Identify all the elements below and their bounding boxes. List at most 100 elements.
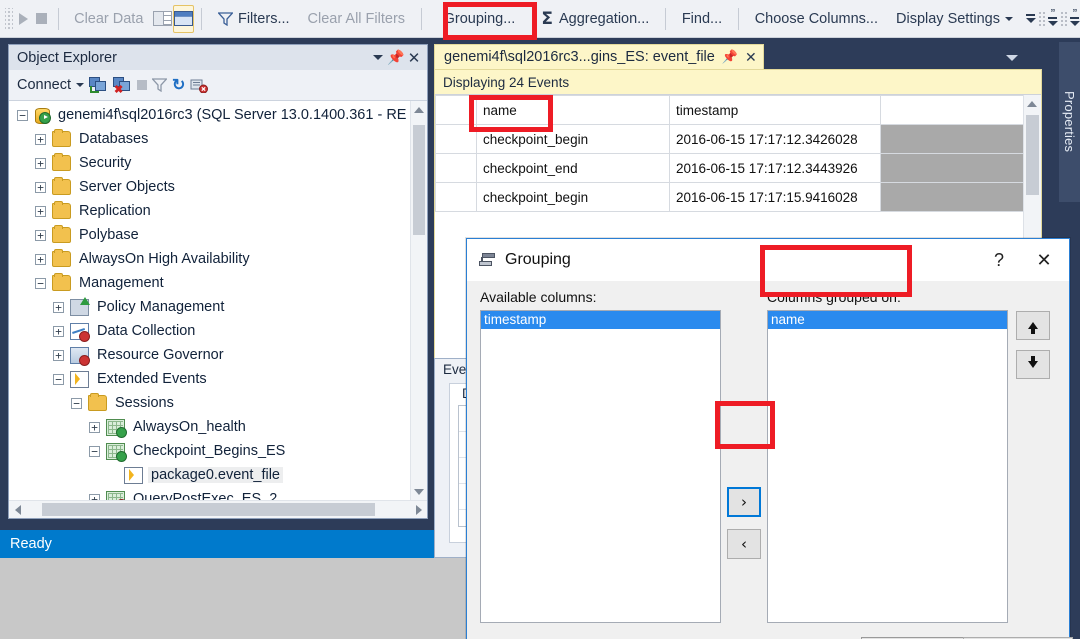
properties-tab[interactable]: Properties (1059, 42, 1080, 202)
tree-node[interactable]: −Management (9, 271, 427, 295)
tree-node[interactable]: +Server Objects (9, 175, 427, 199)
object-explorer-vertical-scrollbar[interactable] (410, 101, 427, 500)
find-button[interactable]: Find... (673, 2, 731, 36)
toolbar-overflow[interactable]: ” ” (1026, 11, 1080, 27)
display-settings-button[interactable]: Display Settings (887, 2, 1022, 36)
help-icon[interactable]: ? (979, 250, 1019, 271)
split-view-button[interactable] (152, 5, 173, 33)
available-column-item[interactable]: timestamp (481, 311, 720, 329)
tree-node[interactable]: +Polybase (9, 223, 427, 247)
tree-node[interactable]: +Policy Management (9, 295, 427, 319)
run-button[interactable] (15, 5, 33, 33)
tree-expander-plus[interactable]: + (35, 230, 46, 241)
row-selector-cell[interactable] (436, 125, 477, 154)
object-explorer-tree[interactable]: −genemi4f\sql2016rc3 (SQL Server 13.0.14… (9, 101, 427, 500)
tree-expander-minus[interactable]: − (17, 110, 28, 121)
move-up-button[interactable] (1016, 311, 1050, 340)
hscrollbar-thumb[interactable] (42, 503, 375, 516)
tree-expander-plus[interactable]: + (35, 158, 46, 169)
available-columns-listbox[interactable]: timestamp (480, 310, 721, 623)
filters-button[interactable]: Filters... (209, 2, 299, 36)
tree-node-label: Sessions (112, 395, 177, 411)
refresh-icon[interactable]: ↻ (172, 75, 185, 95)
tree-node[interactable]: −Checkpoint_Begins_ES (9, 439, 427, 463)
toolbar-grip-dots[interactable] (1038, 11, 1046, 27)
tree-expander-plus[interactable]: + (53, 302, 64, 313)
tree-expander-plus[interactable]: + (53, 326, 64, 337)
scroll-down-icon[interactable] (411, 483, 427, 500)
move-down-button[interactable] (1016, 350, 1050, 379)
tree-expander-minus[interactable]: − (89, 446, 100, 457)
stacked-view-button[interactable] (173, 5, 194, 33)
session-icon (106, 443, 125, 460)
disconnect-server-icon[interactable]: ✖ (113, 77, 132, 93)
tree-node-label: Data Collection (94, 323, 198, 339)
object-explorer-horizontal-scrollbar[interactable] (9, 500, 427, 518)
connect-button[interactable]: Connect (17, 77, 84, 93)
tree-expander-plus[interactable]: + (89, 422, 100, 433)
grouped-columns-listbox[interactable]: name (767, 310, 1008, 623)
close-icon[interactable]: ✕ (405, 49, 423, 67)
tree-node[interactable]: −Extended Events (9, 367, 427, 391)
tree-node[interactable]: −genemi4f\sql2016rc3 (SQL Server 13.0.14… (9, 103, 427, 127)
tree-node[interactable]: +Resource Governor (9, 343, 427, 367)
scroll-left-icon[interactable] (9, 501, 26, 518)
pin-icon[interactable]: 📌 (387, 49, 405, 67)
table-row[interactable]: checkpoint_end2016-06-15 17:17:12.344392… (436, 154, 1041, 183)
tree-expander-minus[interactable]: − (35, 278, 46, 289)
choose-columns-button[interactable]: Choose Columns... (746, 2, 887, 36)
tree-node[interactable]: package0.event_file (9, 463, 427, 487)
tree-node-label: Security (76, 155, 134, 171)
filter-icon[interactable] (152, 78, 167, 92)
aggregation-button[interactable]: Σ Aggregation... (532, 2, 658, 36)
column-header-name[interactable]: name (477, 96, 670, 125)
tree-expander-plus[interactable]: + (35, 134, 46, 145)
toolbar-drag-grip[interactable] (5, 8, 13, 30)
tree-node[interactable]: + Data Collection (9, 319, 427, 343)
tree-node[interactable]: + Security (9, 151, 427, 175)
tree-node[interactable]: +AlwaysOn_health (9, 415, 427, 439)
tree-expander-plus[interactable]: + (35, 182, 46, 193)
close-icon[interactable]: ✕ (745, 49, 757, 66)
tree-node[interactable]: +AlwaysOn High Availability (9, 247, 427, 271)
scroll-up-icon[interactable] (1024, 95, 1040, 112)
connect-server-icon[interactable] (89, 77, 108, 93)
row-selector-cell[interactable] (436, 183, 477, 212)
tree-node[interactable]: +Databases (9, 127, 427, 151)
move-right-button[interactable]: › (727, 487, 761, 517)
tree-expander-minus[interactable]: − (53, 374, 64, 385)
tree-expander-plus[interactable]: + (53, 350, 64, 361)
tree-expander-minus[interactable]: − (71, 398, 82, 409)
pin-icon[interactable]: 📌 (722, 49, 738, 65)
grouping-button[interactable]: Grouping... (435, 2, 525, 36)
scrollbar-thumb[interactable] (1026, 115, 1039, 195)
tree-expander-plus[interactable]: + (35, 254, 46, 265)
column-header-timestamp[interactable]: timestamp (670, 96, 881, 125)
panel-menu-icon[interactable] (369, 49, 387, 67)
scrollbar-thumb[interactable] (413, 125, 425, 235)
stop-button[interactable] (33, 5, 51, 33)
scroll-right-icon[interactable] (410, 501, 427, 518)
close-icon[interactable]: ✕ (1019, 250, 1069, 271)
tree-expander-plus[interactable]: + (35, 206, 46, 217)
tree-node[interactable]: +Replication (9, 199, 427, 223)
document-tab[interactable]: genemi4f\sql2016rc3...gins_ES: event_fil… (434, 44, 764, 69)
clear-all-filters-button[interactable]: Clear All Filters (299, 2, 415, 36)
tree-node[interactable]: +QueryPostExec_ES_2 (9, 487, 427, 500)
scroll-up-icon[interactable] (411, 101, 427, 118)
grouped-column-item[interactable]: name (768, 311, 1007, 329)
move-left-button[interactable]: ‹ (727, 529, 761, 559)
toolbar-overflow-chevron-3[interactable]: ” (1070, 11, 1080, 26)
row-selector-cell[interactable] (436, 154, 477, 183)
tab-overflow-icon[interactable] (1006, 48, 1018, 64)
toolbar-grip-dots-2[interactable] (1060, 11, 1068, 27)
script-icon[interactable] (190, 78, 208, 93)
row-selector-header[interactable] (436, 96, 477, 125)
tree-node[interactable]: − Sessions (9, 391, 427, 415)
stop-icon[interactable] (137, 80, 147, 90)
table-row[interactable]: checkpoint_begin2016-06-15 17:17:12.3426… (436, 125, 1041, 154)
clear-data-button[interactable]: Clear Data (65, 2, 152, 36)
table-row[interactable]: checkpoint_begin2016-06-15 17:17:15.9416… (436, 183, 1041, 212)
toolbar-overflow-chevron[interactable] (1026, 14, 1036, 23)
toolbar-overflow-chevron-2[interactable]: ” (1048, 11, 1058, 26)
